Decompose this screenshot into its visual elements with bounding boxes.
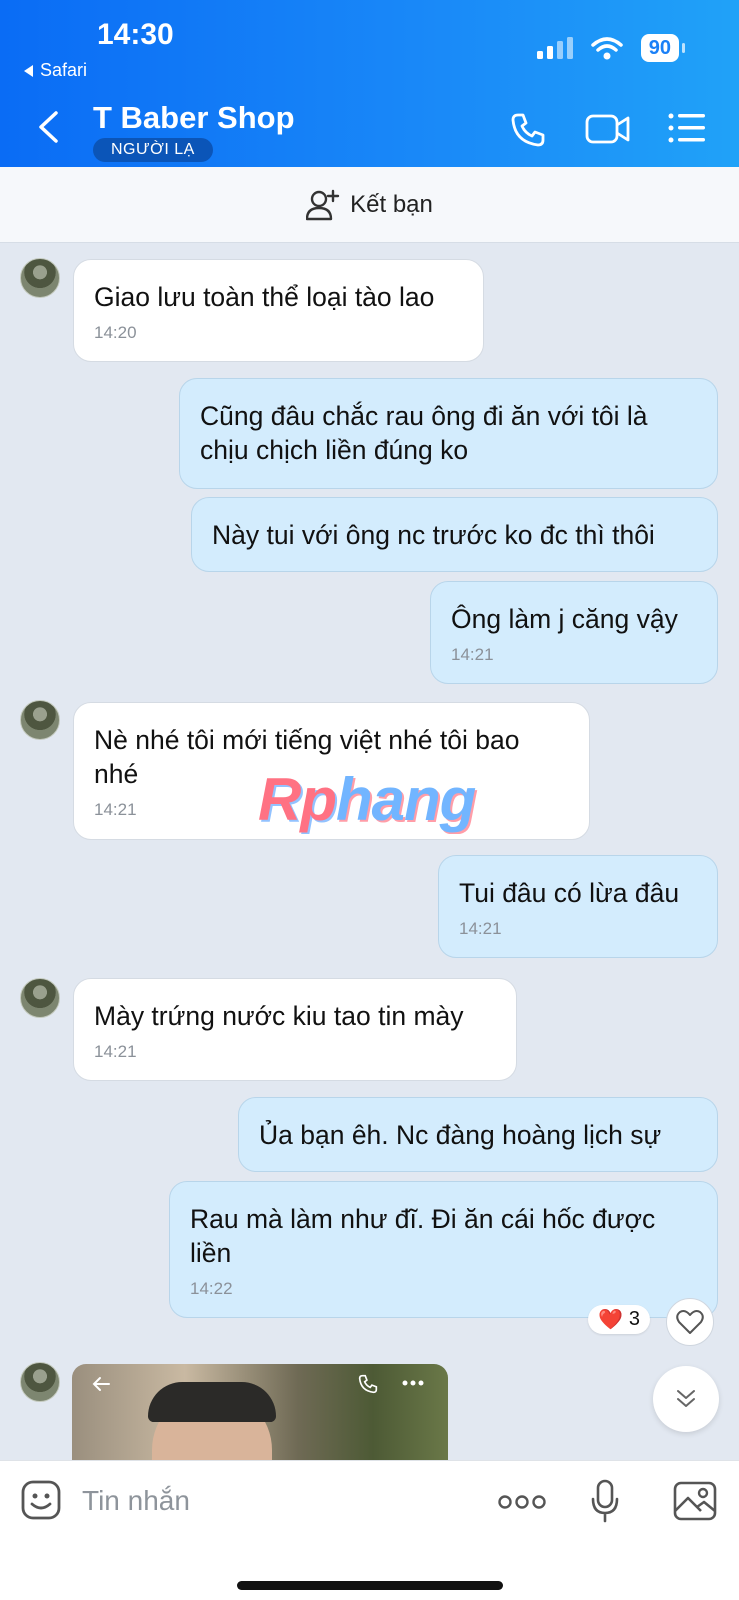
message-time: 14:21 xyxy=(94,1042,137,1061)
contact-avatar[interactable] xyxy=(20,978,60,1018)
scroll-to-bottom-button[interactable] xyxy=(653,1366,719,1432)
phone-icon[interactable] xyxy=(510,112,546,148)
message-text: Tui đâu có lừa đâu xyxy=(459,878,680,908)
image-message[interactable] xyxy=(72,1364,448,1464)
message-text: Rau mà làm như đĩ. Đi ăn cái hốc được li… xyxy=(190,1204,656,1268)
watermark-logo: Rphang xyxy=(258,765,476,834)
watermark-part2: hang xyxy=(335,766,476,833)
add-friend-icon xyxy=(306,189,340,220)
contact-avatar[interactable] xyxy=(20,1362,60,1402)
back-app-label: Safari xyxy=(40,60,88,80)
add-friend-label: Kết bạn xyxy=(350,190,433,218)
message-bubble-outgoing[interactable]: Ông làm j căng vậy 14:21 xyxy=(430,581,718,684)
image-back-icon xyxy=(92,1377,110,1391)
stranger-badge: NGƯỜI LẠ xyxy=(93,138,213,162)
add-friend-bar[interactable]: Kết bạn xyxy=(0,167,739,243)
message-text: Ủa bạn êh. Nc đàng hoàng lịch sự xyxy=(259,1120,662,1150)
more-options-icon[interactable] xyxy=(498,1495,546,1509)
reaction-count: 3 xyxy=(628,1308,641,1330)
react-button[interactable] xyxy=(666,1298,714,1346)
reaction-summary[interactable]: ❤️ 3 xyxy=(588,1305,651,1334)
message-bubble-outgoing[interactable]: Rau mà làm như đĩ. Đi ăn cái hốc được li… xyxy=(169,1181,718,1318)
image-phone-icon xyxy=(358,1374,378,1394)
heart-reaction-icon: ❤️ xyxy=(598,1309,623,1331)
message-bubble-outgoing[interactable]: Cũng đâu chắc rau ông đi ăn với tôi là c… xyxy=(179,378,718,489)
message-bubble-outgoing[interactable]: Ủa bạn êh. Nc đàng hoàng lịch sự xyxy=(238,1097,718,1172)
message-time: 14:20 xyxy=(94,323,137,342)
message-time: 14:22 xyxy=(190,1279,233,1298)
status-time: 14:30 xyxy=(97,18,174,51)
message-text: Mày trứng nước kiu tao tin mày xyxy=(94,1001,464,1031)
chat-header: 14:30 Safari 90 T Baber Shop NGƯỜI LẠ xyxy=(0,0,739,167)
message-text: Giao lưu toàn thể loại tào lao xyxy=(94,282,435,312)
signal-icon xyxy=(536,37,573,59)
message-text: Ông làm j căng vậy xyxy=(451,604,678,634)
message-bubble-incoming[interactable]: Mày trứng nước kiu tao tin mày 14:21 xyxy=(73,978,517,1081)
wifi-icon xyxy=(591,37,623,60)
message-bubble-outgoing[interactable]: Tui đâu có lừa đâu 14:21 xyxy=(438,855,718,958)
contact-avatar[interactable] xyxy=(20,258,60,298)
message-input[interactable]: Tin nhắn xyxy=(82,1485,190,1517)
video-call-icon[interactable] xyxy=(585,112,631,146)
chat-title[interactable]: T Baber Shop xyxy=(93,100,295,136)
message-time: 14:21 xyxy=(459,919,502,938)
battery-indicator: 90 xyxy=(640,34,686,62)
watermark-part1: Rp xyxy=(258,766,337,833)
microphone-icon[interactable] xyxy=(590,1479,620,1523)
message-bubble-outgoing[interactable]: Này tui với ông nc trước ko đc thì thôi xyxy=(191,497,718,572)
back-icon[interactable] xyxy=(36,110,60,144)
image-hair xyxy=(148,1382,276,1422)
double-chevron-down-icon xyxy=(677,1390,695,1407)
message-text: Này tui với ông nc trước ko đc thì thôi xyxy=(212,520,655,550)
sticker-icon[interactable] xyxy=(20,1479,62,1521)
heart-outline-icon xyxy=(676,1310,704,1334)
back-to-safari[interactable]: Safari xyxy=(22,60,87,81)
back-triangle-icon xyxy=(24,64,33,77)
message-bubble-incoming[interactable]: Giao lưu toàn thể loại tào lao 14:20 xyxy=(73,259,484,362)
message-time: 14:21 xyxy=(451,645,494,664)
contact-avatar[interactable] xyxy=(20,700,60,740)
message-text: Cũng đâu chắc rau ông đi ăn với tôi là c… xyxy=(200,401,648,465)
image-more-icon xyxy=(402,1380,424,1386)
message-input-bar: Tin nhắn xyxy=(0,1460,739,1600)
menu-list-icon[interactable] xyxy=(668,112,706,144)
status-indicators: 90 xyxy=(536,34,686,62)
image-gallery-icon[interactable] xyxy=(673,1481,717,1521)
home-indicator xyxy=(237,1581,503,1590)
